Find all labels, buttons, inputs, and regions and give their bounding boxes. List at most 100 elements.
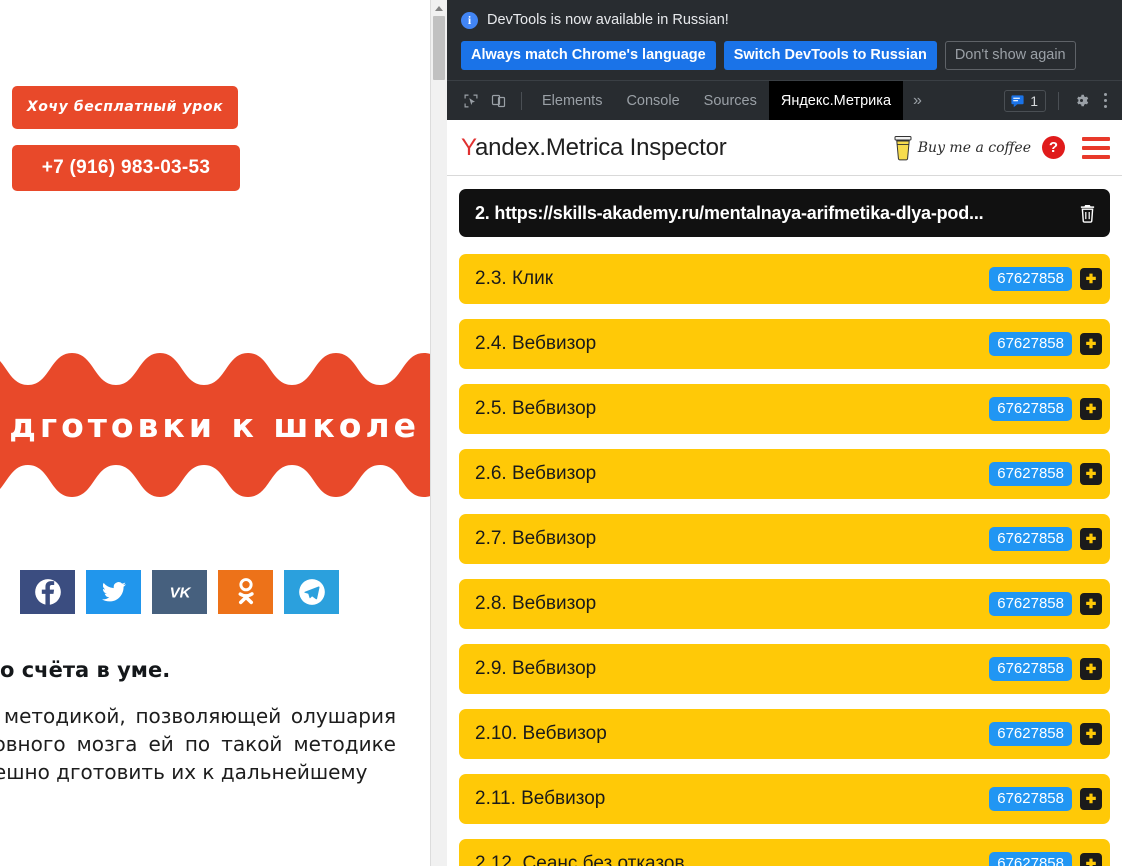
goal-label: 2.8. Вебвизор (475, 593, 597, 614)
add-goal-button[interactable] (1080, 528, 1102, 550)
trash-icon[interactable] (1074, 200, 1100, 226)
scroll-up-arrow-icon[interactable] (431, 1, 447, 15)
page-scrollbar[interactable] (430, 0, 447, 866)
odnoklassniki-share-button[interactable] (218, 570, 273, 614)
plus-icon (1086, 598, 1096, 609)
wavy-banner: дготовки к школе (0, 345, 430, 505)
table-row[interactable]: 2.7. Вебвизор 67627858 (459, 514, 1110, 564)
devtools-language-notice: i DevTools is now available in Russian! … (447, 0, 1122, 80)
page-url-text: 2. https://skills-akademy.ru/mentalnaya-… (475, 202, 984, 223)
add-goal-button[interactable] (1080, 398, 1102, 420)
screen: Хочу бесплатный урок +7 (916) 983-03-53 … (0, 0, 1122, 866)
extension-header: Yandex.Metrica Inspector Buy me a coffee… (447, 120, 1122, 176)
dont-show-again-button[interactable]: Don't show again (944, 41, 1076, 70)
goal-id-badge[interactable]: 67627858 (989, 592, 1072, 616)
hamburger-menu-icon[interactable] (1082, 136, 1110, 159)
extension-title-rest: andex.Metrica Inspector (475, 133, 727, 161)
plus-icon (1086, 403, 1096, 414)
free-lesson-button[interactable]: Хочу бесплатный урок (12, 86, 238, 129)
article-paragraph: методикой, позволяющей олушария головног… (0, 704, 396, 784)
telegram-share-button[interactable] (284, 570, 339, 614)
toolbar-divider-2 (1058, 91, 1059, 110)
goal-label: 2.10. Вебвизор (475, 723, 607, 744)
goal-id-badge[interactable]: 67627858 (989, 852, 1072, 866)
goal-id-badge[interactable]: 67627858 (989, 332, 1072, 356)
plus-icon (1086, 273, 1096, 284)
table-row[interactable]: 2.11. Вебвизор 67627858 (459, 774, 1110, 824)
add-goal-button[interactable] (1080, 853, 1102, 866)
goal-id-badge[interactable]: 67627858 (989, 462, 1072, 486)
plus-icon (1086, 728, 1096, 739)
gear-icon[interactable] (1067, 87, 1095, 115)
coffee-label: Buy me a coffee (917, 139, 1031, 156)
goal-id-badge[interactable]: 67627858 (989, 397, 1072, 421)
toolbar-divider (521, 91, 522, 110)
banner-text: дготовки к школе (9, 405, 420, 445)
add-goal-button[interactable] (1080, 463, 1102, 485)
table-row[interactable]: 2.8. Вебвизор 67627858 (459, 579, 1110, 629)
plus-icon (1086, 663, 1096, 674)
add-goal-button[interactable] (1080, 788, 1102, 810)
devtools-panel: i DevTools is now available in Russian! … (447, 0, 1122, 866)
always-match-language-button[interactable]: Always match Chrome's language (461, 41, 716, 70)
social-share-row: VK (20, 570, 339, 614)
table-row[interactable]: 2.5. Вебвизор 67627858 (459, 384, 1110, 434)
vkontakte-share-button[interactable]: VK (152, 570, 207, 614)
add-goal-button[interactable] (1080, 333, 1102, 355)
table-row[interactable]: 2.12. Сеанс без отказов 67627858 (459, 839, 1110, 866)
table-row[interactable]: 2.9. Вебвизор 67627858 (459, 644, 1110, 694)
table-row[interactable]: 2.4. Вебвизор 67627858 (459, 319, 1110, 369)
twitter-share-button[interactable] (86, 570, 141, 614)
add-goal-button[interactable] (1080, 593, 1102, 615)
buy-me-a-coffee-button[interactable]: Buy me a coffee (893, 135, 1031, 161)
issues-counter-button[interactable]: 1 (1004, 89, 1046, 112)
goal-id-badge[interactable]: 67627858 (989, 267, 1072, 291)
gear-glyph (1076, 94, 1088, 107)
extension-title: Yandex.Metrica Inspector (461, 134, 727, 162)
table-row[interactable]: 2.10. Вебвизор 67627858 (459, 709, 1110, 759)
goal-id-badge[interactable]: 67627858 (989, 787, 1072, 811)
page-url-header[interactable]: 2. https://skills-akademy.ru/mentalnaya-… (459, 189, 1110, 237)
article-heading: о счёта в уме. (0, 658, 171, 682)
goal-id-badge[interactable]: 67627858 (989, 722, 1072, 746)
plus-icon (1086, 793, 1096, 804)
facebook-share-button[interactable] (20, 570, 75, 614)
goal-label: 2.12. Сеанс без отказов (475, 853, 685, 866)
help-icon[interactable]: ? (1042, 136, 1065, 159)
odnoklassniki-icon (238, 578, 254, 605)
phone-button[interactable]: +7 (916) 983-03-53 (12, 145, 240, 191)
goal-label: 2.7. Вебвизор (475, 528, 597, 549)
vk-icon: VK (169, 585, 191, 602)
tab-sources[interactable]: Sources (692, 81, 769, 121)
scrollbar-thumb[interactable] (433, 16, 445, 80)
goal-id-badge[interactable]: 67627858 (989, 657, 1072, 681)
goal-label: 2.3. Клик (475, 268, 554, 289)
switch-to-russian-button[interactable]: Switch DevTools to Russian (723, 41, 937, 70)
table-row[interactable]: 2.6. Вебвизор 67627858 (459, 449, 1110, 499)
inspect-cursor-glyph (464, 94, 478, 107)
web-page-content: Хочу бесплатный урок +7 (916) 983-03-53 … (0, 0, 430, 866)
goal-id-badge[interactable]: 67627858 (989, 527, 1072, 551)
tab-console[interactable]: Console (614, 81, 691, 121)
device-glyph (491, 94, 506, 107)
issues-count: 1 (1030, 92, 1038, 109)
plus-icon (1086, 468, 1096, 479)
tab-elements[interactable]: Elements (530, 81, 614, 121)
add-goal-button[interactable] (1080, 723, 1102, 745)
device-toolbar-icon[interactable] (485, 87, 513, 115)
table-row[interactable]: 2.3. Клик 67627858 (459, 254, 1110, 304)
inspect-element-icon[interactable] (457, 87, 485, 115)
more-tabs-icon[interactable]: » (903, 92, 932, 110)
goal-label: 2.5. Вебвизор (475, 398, 597, 419)
notice-message: DevTools is now available in Russian! (487, 12, 729, 28)
coffee-cup-icon (894, 135, 912, 160)
article-text-block: о счёта в уме. методикой, позволяющей ол… (0, 658, 398, 786)
goals-list: 2. https://skills-akademy.ru/mentalnaya-… (447, 176, 1122, 866)
cta-button-group: Хочу бесплатный урок +7 (916) 983-03-53 (12, 86, 342, 191)
plus-icon (1086, 533, 1096, 544)
goal-label: 2.6. Вебвизор (475, 463, 597, 484)
tab-yandex-metrica[interactable]: Яндекс.Метрика (768, 80, 904, 121)
add-goal-button[interactable] (1080, 268, 1102, 290)
kebab-menu-icon[interactable] (1095, 93, 1116, 108)
add-goal-button[interactable] (1080, 658, 1102, 680)
